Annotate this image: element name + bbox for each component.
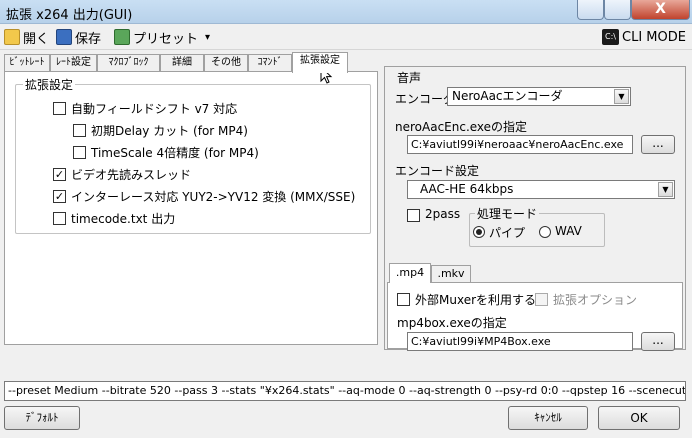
video-prefetch-label: ビデオ先読みスレッド — [71, 168, 192, 182]
preset-label: プリセット — [133, 31, 199, 47]
save-label: 保存 — [75, 31, 102, 47]
encode-settings-select[interactable]: AAC-HE 64kbps ▼ — [407, 180, 675, 199]
video-prefetch-checkbox[interactable]: ✓ — [53, 168, 66, 181]
preset-icon — [114, 29, 130, 45]
initial-delay-cut-label: 初期Delay カット (for MP4) — [91, 124, 248, 138]
tab-extended[interactable]: 拡張設定 — [292, 52, 348, 73]
mp4box-browse-button[interactable]: ... — [641, 332, 675, 351]
maximize-button[interactable] — [604, 0, 631, 20]
cli-mode-label: CLI MODE — [622, 29, 686, 45]
mode-wav-label: WAV — [555, 224, 582, 238]
twopass-checkbox[interactable] — [407, 209, 420, 222]
encode-settings-value: AAC-HE 64kbps — [420, 182, 514, 196]
tab-mp4[interactable]: .mp4 — [389, 263, 431, 283]
encoder-value: NeroAacエンコーダ — [452, 89, 563, 103]
default-button[interactable]: ﾃﾞﾌｫﾙﾄ — [4, 406, 80, 430]
mp4box-exe-path-field[interactable]: C:¥aviutl99i¥MP4Box.exe — [407, 332, 633, 351]
folder-icon — [4, 29, 20, 45]
timescale-checkbox[interactable] — [73, 146, 86, 159]
mp4box-exe-label: mp4box.exeの指定 — [397, 316, 507, 330]
tab-bitrate[interactable]: ﾋﾞｯﾄﾚｰﾄ — [4, 54, 50, 72]
tab-command[interactable]: ｺﾏﾝﾄﾞ — [248, 54, 292, 72]
open-button[interactable]: 開く — [4, 26, 49, 48]
title-bar[interactable]: 拡張 x264 出力(GUI) X — [0, 0, 692, 24]
cli-mode-button[interactable]: C:\ CLI MODE — [602, 26, 686, 48]
open-label: 開く — [23, 31, 50, 47]
settings-tabs: ﾋﾞｯﾄﾚｰﾄ ﾚｰﾄ設定 ﾏｸﾛﾌﾞﾛｯｸ 詳細 その他 ｺﾏﾝﾄﾞ 拡張設定 — [4, 52, 376, 73]
chevron-down-icon: ▼ — [658, 182, 673, 197]
nero-browse-button[interactable]: ... — [641, 135, 675, 154]
command-line-preview[interactable]: --preset Medium --bitrate 520 --pass 3 -… — [4, 381, 686, 401]
preset-menu[interactable]: プリセット ▾ — [114, 26, 210, 48]
audio-group-title: 音声 — [397, 71, 422, 85]
mode-pipe-label: パイプ — [489, 226, 526, 240]
tab-macroblock[interactable]: ﾏｸﾛﾌﾞﾛｯｸ — [97, 54, 160, 72]
auto-field-shift-checkbox[interactable] — [53, 102, 66, 115]
mode-pipe-radio[interactable] — [473, 226, 485, 238]
save-button[interactable]: 保存 — [56, 26, 101, 48]
console-icon: C:\ — [602, 29, 619, 45]
tab-details[interactable]: 詳細 — [160, 54, 204, 72]
minimize-button[interactable] — [577, 0, 604, 20]
interlace-convert-checkbox[interactable]: ✓ — [53, 190, 66, 203]
nero-exe-path-field[interactable]: C:¥aviutl99i¥neroaac¥neroAacEnc.exe — [407, 135, 633, 154]
extended-option-checkbox[interactable] — [535, 293, 548, 306]
window-title: 拡張 x264 出力(GUI) — [6, 8, 133, 23]
mode-wav-radio[interactable] — [539, 226, 551, 238]
chevron-down-icon: ▾ — [205, 31, 211, 43]
cancel-button[interactable]: ｷｬﾝｾﾙ — [508, 406, 588, 430]
tab-other[interactable]: その他 — [204, 54, 248, 72]
timecode-output-checkbox[interactable] — [53, 212, 66, 225]
tab-rate-settings[interactable]: ﾚｰﾄ設定 — [50, 54, 97, 72]
timescale-label: TimeScale 4倍精度 (for MP4) — [91, 146, 259, 160]
encoder-label: エンコーダ — [395, 92, 456, 106]
extended-option-label: 拡張オプション — [553, 293, 638, 307]
audio-panel: 音声 エンコーダ NeroAacエンコーダ ▼ neroAacEnc.exeの指… — [384, 66, 686, 351]
nero-exe-label: neroAacEnc.exeの指定 — [395, 120, 528, 134]
timecode-output-label: timecode.txt 出力 — [71, 212, 176, 226]
encode-settings-label: エンコード設定 — [395, 164, 480, 178]
extended-settings-title: 拡張設定 — [23, 76, 76, 93]
process-mode-title: 処理モード — [475, 205, 540, 222]
encoder-select[interactable]: NeroAacエンコーダ ▼ — [447, 87, 631, 106]
extended-settings-panel: 拡張設定 自動フィールドシフト v7 対応 初期Delay カット (for M… — [4, 71, 378, 345]
tab-mkv[interactable]: .mkv — [431, 265, 471, 283]
initial-delay-cut-checkbox[interactable] — [73, 124, 86, 137]
auto-field-shift-label: 自動フィールドシフト v7 対応 — [71, 102, 238, 116]
twopass-label: 2pass — [425, 207, 461, 221]
external-muxer-checkbox[interactable] — [397, 293, 410, 306]
external-muxer-label: 外部Muxerを利用する — [415, 293, 537, 307]
interlace-convert-label: インターレース対応 YUY2->YV12 変換 (MMX/SSE) — [71, 190, 356, 204]
ok-button[interactable]: OK — [598, 406, 680, 430]
floppy-icon — [56, 29, 72, 45]
chevron-down-icon: ▼ — [614, 89, 629, 104]
close-button[interactable]: X — [631, 0, 690, 20]
toolbar: 開く 保存 プリセット ▾ C:\ CLI MODE — [0, 24, 692, 50]
